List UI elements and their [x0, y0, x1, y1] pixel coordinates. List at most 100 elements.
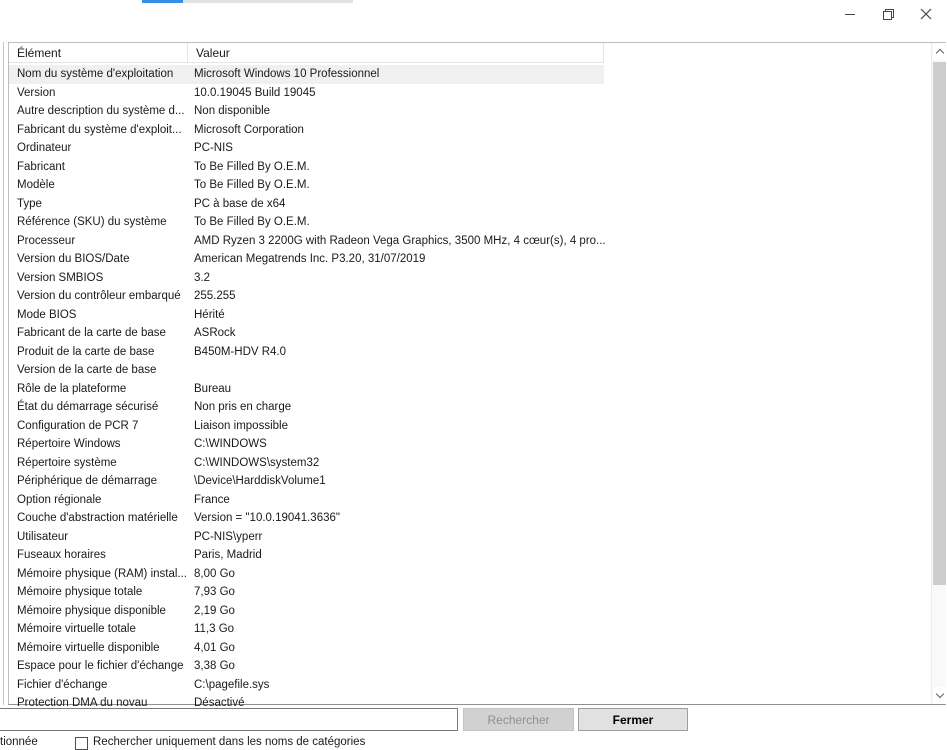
row-value-cell: 10.0.19045 Build 19045	[194, 84, 316, 103]
row-value-cell: PC-NIS	[194, 139, 233, 158]
list-row[interactable]: Fuseaux horaires Paris, Madrid	[9, 546, 930, 565]
row-value-cell: To Be Filled By O.E.M.	[194, 176, 310, 195]
list-row[interactable]: Protection DMA du noyau Désactivé	[9, 694, 930, 706]
column-header-valeur-label: Valeur	[196, 46, 230, 60]
list-row[interactable]: Type PC à base de x64	[9, 195, 930, 214]
list-row[interactable]: Répertoire Windows C:\WINDOWS	[9, 435, 930, 454]
list-row[interactable]: Version de la carte de base	[9, 361, 930, 380]
row-value-cell: PC à base de x64	[194, 195, 285, 214]
list-row[interactable]: Version 10.0.19045 Build 19045	[9, 84, 930, 103]
row-element-cell: Configuration de PCR 7	[17, 417, 138, 436]
row-value-cell: To Be Filled By O.E.M.	[194, 213, 310, 232]
row-value-cell: 3.2	[194, 269, 210, 288]
close-button[interactable]	[907, 0, 945, 28]
list-row[interactable]: Produit de la carte de base B450M-HDV R4…	[9, 343, 930, 362]
row-element-cell: Utilisateur	[17, 528, 68, 547]
row-element-cell: Fabricant de la carte de base	[17, 324, 166, 343]
search-button-label: Rechercher	[487, 713, 549, 727]
row-element-cell: Mémoire physique disponible	[17, 602, 166, 621]
row-value-cell: Microsoft Windows 10 Professionnel	[194, 65, 379, 84]
row-element-cell: Mémoire virtuelle disponible	[17, 639, 160, 658]
list-row[interactable]: Option régionale France	[9, 491, 930, 510]
row-element-cell: Version du contrôleur embarqué	[17, 287, 181, 306]
column-header-element[interactable]: Élément	[9, 43, 188, 63]
category-names-checkbox-label[interactable]: Rechercher uniquement dans les noms de c…	[93, 736, 365, 748]
list-row[interactable]: Mémoire virtuelle disponible 4,01 Go	[9, 639, 930, 658]
cutoff-option-text: tionnée	[0, 736, 38, 748]
list-row[interactable]: Répertoire système C:\WINDOWS\system32	[9, 454, 930, 473]
row-element-cell: Ordinateur	[17, 139, 71, 158]
list-row[interactable]: Référence (SKU) du système To Be Filled …	[9, 213, 930, 232]
row-element-cell: Modèle	[17, 176, 55, 195]
row-element-cell: Type	[17, 195, 42, 214]
list-row[interactable]: État du démarrage sécurisé Non pris en c…	[9, 398, 930, 417]
row-value-cell: 2,19 Go	[194, 602, 235, 621]
chevron-down-icon	[935, 690, 943, 698]
list-row[interactable]: Configuration de PCR 7 Liaison impossibl…	[9, 417, 930, 436]
pane-splitter[interactable]	[3, 42, 4, 705]
list-row[interactable]: Ordinateur PC-NIS	[9, 139, 930, 158]
row-value-cell: \Device\HarddiskVolume1	[194, 472, 326, 491]
search-input[interactable]	[0, 708, 458, 731]
row-value-cell: Version = "10.0.19041.3636"	[194, 509, 340, 528]
column-header-valeur[interactable]: Valeur	[188, 43, 604, 63]
list-row[interactable]: Fabricant To Be Filled By O.E.M.	[9, 158, 930, 177]
row-element-cell: Produit de la carte de base	[17, 343, 154, 362]
list-row[interactable]: Mémoire physique (RAM) instal... 8,00 Go	[9, 565, 930, 584]
list-row[interactable]: Fabricant du système d'exploit... Micros…	[9, 121, 930, 140]
column-header-element-label: Élément	[17, 46, 61, 60]
scrollbar-thumb[interactable]	[933, 62, 946, 585]
minimize-button[interactable]	[831, 0, 869, 28]
list-row[interactable]: Rôle de la plateforme Bureau	[9, 380, 930, 399]
scroll-up-button[interactable]	[933, 43, 946, 60]
scroll-down-button[interactable]	[933, 687, 946, 704]
row-value-cell: Liaison impossible	[194, 417, 288, 436]
list-row[interactable]: Modèle To Be Filled By O.E.M.	[9, 176, 930, 195]
row-element-cell: Couche d'abstraction matérielle	[17, 509, 178, 528]
list-row[interactable]: Espace pour le fichier d'échange 3,38 Go	[9, 657, 930, 676]
row-value-cell: C:\WINDOWS	[194, 435, 267, 454]
top-edge-accent-blue	[142, 0, 183, 3]
list-row[interactable]: Nom du système d'exploitation Microsoft …	[9, 65, 604, 84]
list-row[interactable]: Version SMBIOS 3.2	[9, 269, 930, 288]
list-row[interactable]: Utilisateur PC-NIS\yperr	[9, 528, 930, 547]
search-button[interactable]: Rechercher	[463, 708, 574, 731]
row-value-cell: 3,38 Go	[194, 657, 235, 676]
row-value-cell: C:\WINDOWS\system32	[194, 454, 319, 473]
row-element-cell: Autre description du système d...	[17, 102, 184, 121]
list-row[interactable]: Mémoire physique totale 7,93 Go	[9, 583, 930, 602]
list-row[interactable]: Mode BIOS Hérité	[9, 306, 930, 325]
row-element-cell: Répertoire système	[17, 454, 117, 473]
row-value-cell: AMD Ryzen 3 2200G with Radeon Vega Graph…	[194, 232, 606, 251]
row-value-cell: Non pris en charge	[194, 398, 291, 417]
list-row[interactable]: Processeur AMD Ryzen 3 2200G with Radeon…	[9, 232, 930, 251]
list-row[interactable]: Fichier d'échange C:\pagefile.sys	[9, 676, 930, 695]
row-value-cell: Hérité	[194, 306, 225, 325]
list-row[interactable]: Version du BIOS/Date American Megatrends…	[9, 250, 930, 269]
row-value-cell: To Be Filled By O.E.M.	[194, 158, 310, 177]
row-element-cell: Version du BIOS/Date	[17, 250, 130, 269]
row-element-cell: Fabricant	[17, 158, 65, 177]
row-value-cell: 11,3 Go	[194, 620, 234, 639]
list-row[interactable]: Couche d'abstraction matérielle Version …	[9, 509, 930, 528]
category-names-checkbox[interactable]	[75, 737, 88, 750]
row-value-cell: PC-NIS\yperr	[194, 528, 262, 547]
close-dialog-button-label: Fermer	[613, 713, 654, 727]
list-row[interactable]: Fabricant de la carte de base ASRock	[9, 324, 930, 343]
list-row[interactable]: Autre description du système d... Non di…	[9, 102, 930, 121]
list-row[interactable]: Mémoire virtuelle totale 11,3 Go	[9, 620, 930, 639]
list-row[interactable]: Mémoire physique disponible 2,19 Go	[9, 602, 930, 621]
row-value-cell: Non disponible	[194, 102, 270, 121]
row-value-cell: American Megatrends Inc. P3.20, 31/07/20…	[194, 250, 425, 269]
list-row[interactable]: Version du contrôleur embarqué 255.255	[9, 287, 930, 306]
row-value-cell: Microsoft Corporation	[194, 121, 304, 140]
list-row[interactable]: Périphérique de démarrage \Device\Harddi…	[9, 472, 930, 491]
row-element-cell: Option régionale	[17, 491, 101, 510]
row-value-cell: B450M-HDV R4.0	[194, 343, 286, 362]
row-element-cell: Périphérique de démarrage	[17, 472, 157, 491]
row-element-cell: Nom du système d'exploitation	[17, 65, 173, 84]
row-element-cell: Répertoire Windows	[17, 435, 121, 454]
row-value-cell: C:\pagefile.sys	[194, 676, 269, 695]
close-dialog-button[interactable]: Fermer	[578, 708, 688, 731]
restore-button[interactable]	[869, 0, 907, 28]
